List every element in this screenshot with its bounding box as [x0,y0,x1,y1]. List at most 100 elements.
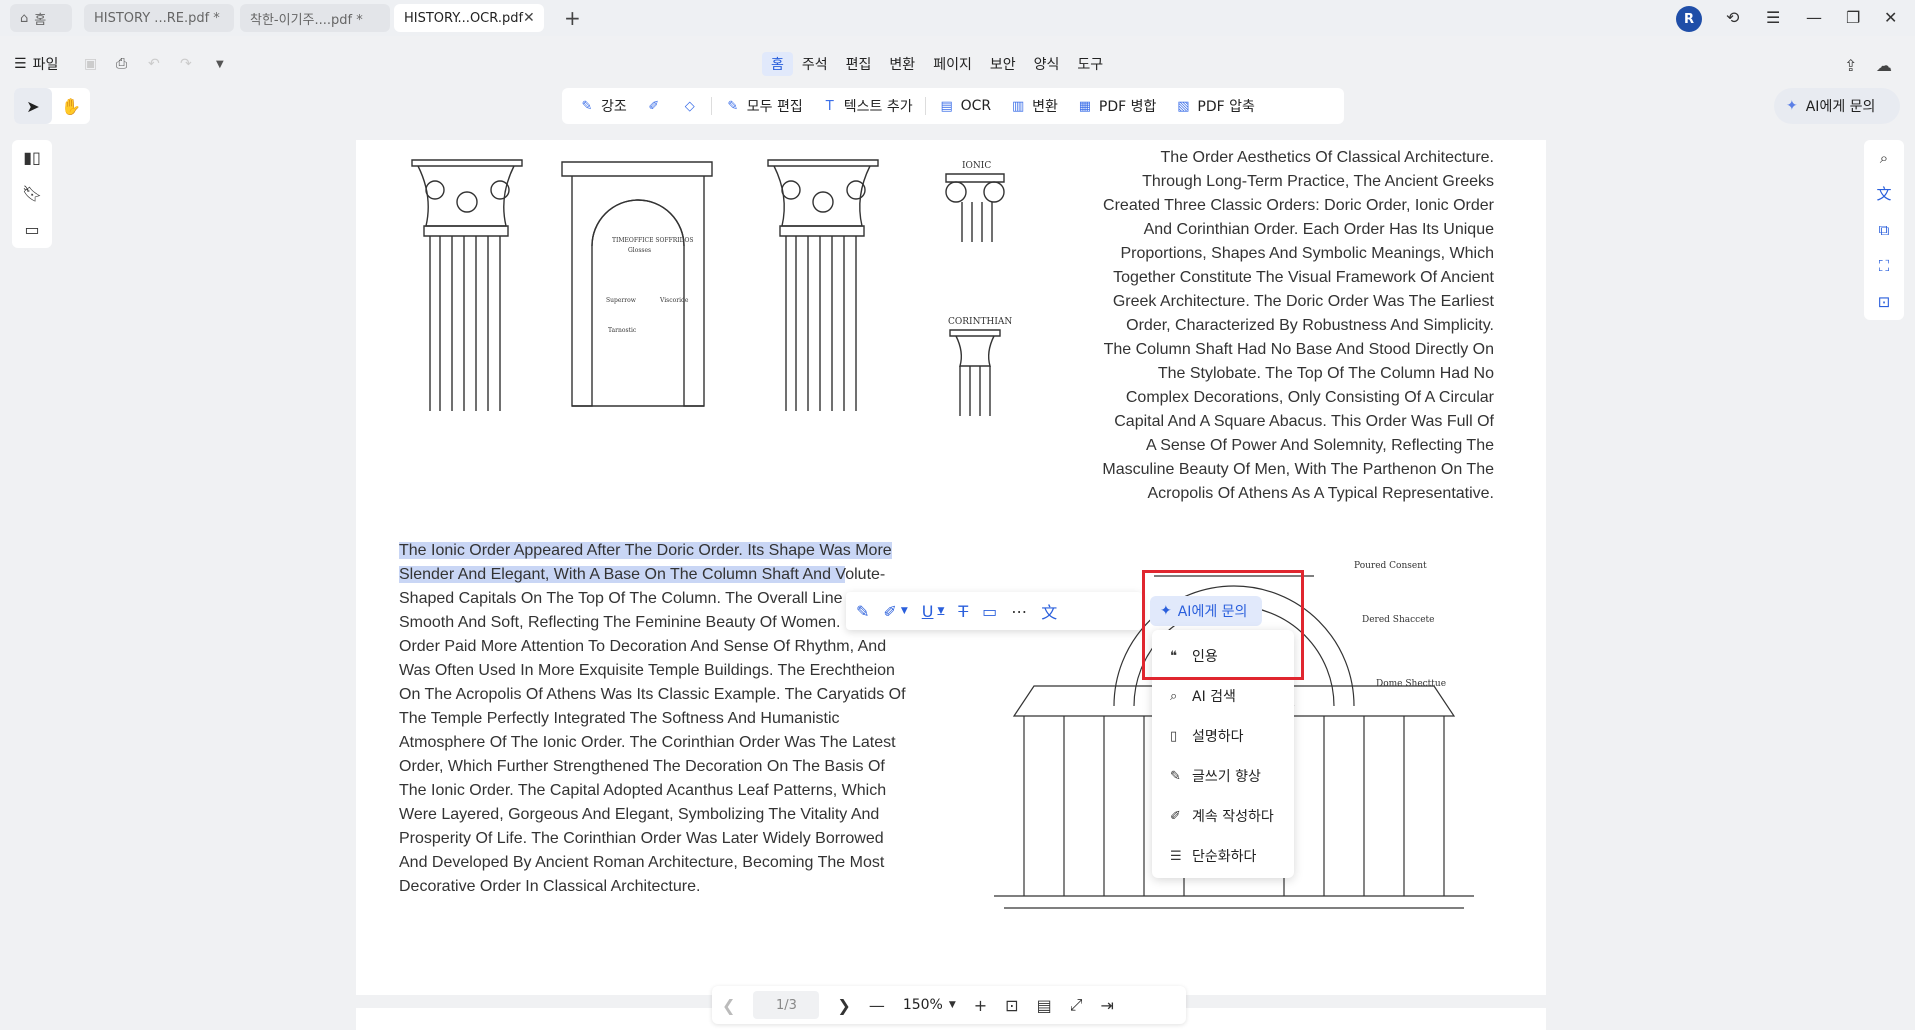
redo-icon[interactable]: ↷ [180,56,192,72]
file-label: 파일 [32,57,59,73]
undo-icon[interactable]: ↶ [148,56,160,72]
menu-item-continue-writing[interactable]: ✐ 계속 작성하다 [1152,796,1294,836]
menu-edit[interactable]: 편집 [837,52,881,76]
chevron-down-icon[interactable]: ▼ [949,1000,956,1010]
bookmark-icon[interactable]: 🔖︎ [12,176,52,212]
tab-korean-pdf[interactable]: 착한-이기주....pdf * [240,4,390,32]
minimize-icon[interactable]: — [1806,8,1822,27]
sync-icon[interactable]: ⟲ [1726,8,1739,27]
text-line: The Stylobate. The Top Of The Column Had… [1157,365,1494,382]
menu-convert[interactable]: 변환 [880,52,924,76]
more-options-icon[interactable]: ⋯ [1011,602,1027,621]
window-close-icon[interactable]: ✕ [1884,8,1897,27]
translate-selection-icon[interactable]: 文 [1041,599,1057,623]
menu-item-simplify[interactable]: ☰ 단순화하다 [1152,836,1294,876]
chevron-down-icon[interactable]: ▼ [216,59,224,70]
selected-text-line[interactable]: The Ionic Order Appeared After The Doric… [399,539,911,563]
eraser-button[interactable]: ◇ [675,98,705,114]
tab-home-label: 홈 [34,12,47,28]
home-toolbar: ✎ 강조 ✐ ◇ ✎ 모두 편집 T 텍스트 추가 ▤ OCR ▥ 변환 ▦ P… [562,88,1344,124]
tab-label: HISTORY...OCR.pdf [404,10,524,26]
edit-all-button[interactable]: ✎ 모두 편집 [718,96,809,116]
thumbnails-icon[interactable]: ▮▯ [12,140,52,176]
menu-item-ai-search[interactable]: ⌕ AI 검색 [1152,676,1294,716]
scan-icon[interactable]: ⛶ [1864,248,1904,284]
add-text-button[interactable]: T 텍스트 추가 [815,96,919,116]
strikethrough-icon[interactable]: T [958,602,968,621]
text-line: Order Paid More Attention To Decoration … [399,638,887,655]
marker-icon: ✐ [648,98,660,114]
menu-protect[interactable]: 보안 [981,52,1025,76]
menu-item-improve-writing[interactable]: ✎ 글쓰기 향상 [1152,756,1294,796]
text-line: On The Acropolis Of Athens Was Its Class… [399,686,906,703]
selected-text[interactable]: The Ionic Order Appeared After The Doric… [399,542,892,559]
hamburger-menu-icon[interactable]: ☰ [1766,8,1780,27]
highlight-button[interactable]: ✎ 강조 [572,96,633,116]
tab-history-re[interactable]: HISTORY ...RE.pdf * [84,4,234,32]
compress-pdf-button[interactable]: ▧ PDF 압축 [1168,96,1261,116]
highlight-color-icon[interactable]: ✐ ▼ [883,602,907,621]
ask-ai-button[interactable]: ✦ AI에게 문의 [1774,88,1900,124]
fit-page-icon[interactable]: ⊡ [1005,996,1018,1015]
prev-page-icon[interactable]: ❮ [722,996,735,1015]
share-icon[interactable]: ⇪ [1844,56,1857,75]
menu-item-label: 글쓰기 향상 [1192,769,1261,785]
marker-button[interactable]: ✐ [639,98,669,114]
single-page-icon[interactable]: ▤ [1037,996,1052,1015]
search-icon: ⌕ [1170,688,1178,704]
continue-writing-icon: ✐ [1170,808,1181,824]
search-icon[interactable]: ⌕ [1864,140,1904,176]
pen-icon: ✎ [1170,768,1181,784]
convert-button[interactable]: ▥ 변환 [1003,96,1064,116]
text-line: Greek Architecture. The Doric Order Was … [1112,293,1494,310]
zoom-level[interactable]: 150% [903,997,943,1013]
print-icon[interactable]: ⎙ [116,56,127,72]
tab-history-ocr[interactable]: HISTORY...OCR.pdf ✕ [394,4,544,32]
hand-tool-icon[interactable]: ✋ [52,88,90,124]
menu-form[interactable]: 양식 [1025,52,1069,76]
page-number-field[interactable]: 1/3 [753,991,820,1019]
cloud-upload-icon[interactable]: ☁ [1876,56,1892,75]
merge-pdf-button[interactable]: ▦ PDF 병합 [1070,96,1163,116]
next-page-icon[interactable]: ❯ [837,996,850,1015]
exit-icon[interactable]: ⇥ [1101,996,1114,1015]
ocr-scan-icon[interactable]: ⊡ [1864,284,1904,320]
close-icon[interactable]: ✕ [523,10,535,26]
highlight-callout-box [1142,570,1304,680]
compare-icon[interactable]: ⧉ [1864,212,1904,248]
plus-icon[interactable]: + [564,6,581,30]
menu-annotate[interactable]: 주석 [793,52,837,76]
text-line: Was Often Used In More Exquisite Temple … [399,662,895,679]
zoom-out-icon[interactable]: — [869,996,885,1015]
select-cursor-icon[interactable]: ➤ [14,88,52,124]
text-line: A Sense Of Power And Solemnity, Reflecti… [1145,437,1494,454]
text-line: Acropolis Of Athens As A Typical Represe… [1147,485,1494,502]
restore-icon[interactable]: ❐ [1846,8,1860,27]
avatar[interactable]: R [1676,6,1702,32]
menu-page[interactable]: 페이지 [924,52,981,76]
fullscreen-icon[interactable]: ⤢ [1070,995,1083,1015]
text-line: Prosperity Of Life. The Corinthian Order… [399,830,884,847]
text-fragment: olute- [845,566,886,583]
add-text-label: 텍스트 추가 [843,99,913,115]
text-line: Complex Decorations, Only Consisting Of … [1125,389,1494,406]
menu-home[interactable]: 홈 [762,52,793,76]
comment-icon[interactable]: ▭ [12,212,52,248]
file-menu-button[interactable]: ☰ 파일 [14,54,58,74]
menu-item-explain[interactable]: ▯ 설명하다 [1152,716,1294,756]
translate-icon[interactable]: 文 [1864,176,1904,212]
save-icon[interactable]: ▣ [84,56,97,72]
selected-text-line[interactable]: Slender And Elegant, With A Base On The … [399,563,911,587]
corinthian-label: CORINTHIAN [948,317,1012,327]
edit-icon: ✎ [727,98,739,114]
edit-text-icon[interactable]: ✎ [856,602,869,621]
underline-icon[interactable]: U ▼ [922,602,945,621]
zoom-in-icon[interactable]: + [974,996,987,1015]
merge-label: PDF 병합 [1098,99,1157,115]
comment-bubble-icon[interactable]: ▭ [982,602,997,621]
tab-home[interactable]: ⌂ 홈 [10,4,72,32]
menu-tools[interactable]: 도구 [1068,52,1112,76]
ocr-button[interactable]: ▤ OCR [932,98,998,114]
ocr-icon: ▤ [940,98,953,114]
selected-text[interactable]: Slender And Elegant, With A Base On The … [399,566,846,583]
